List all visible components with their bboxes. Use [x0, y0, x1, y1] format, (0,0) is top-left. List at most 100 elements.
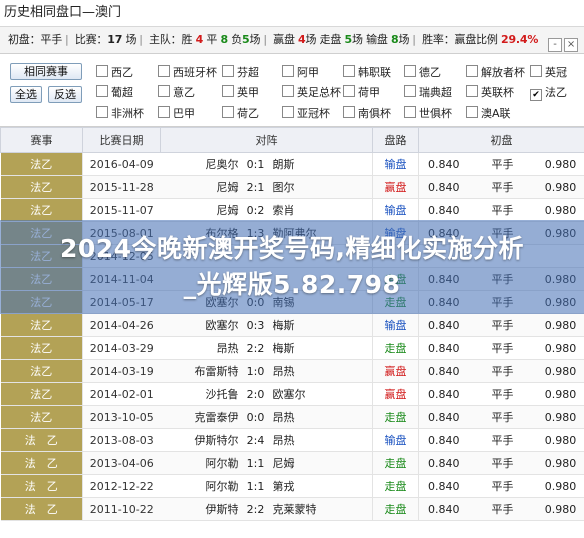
checkbox[interactable]: ✔ — [530, 89, 542, 101]
league-option[interactable]: 英足总杯 — [282, 84, 341, 100]
league-option[interactable]: 亚冠杯 — [282, 105, 330, 121]
league-label: 荷甲 — [358, 86, 380, 99]
table-row[interactable]: 法乙 2015-11-07 尼姆 0:2 索肖 输盘 0.840 平手 0.980 — [0, 198, 584, 222]
table-row[interactable]: 法 乙 2011-10-22 伊斯特 2:2 克莱蒙特 走盘 0.840 平手 0.980 — [0, 497, 584, 521]
cell-away-odds: 0.980 — [536, 382, 584, 406]
league-option[interactable]: 葡超 — [96, 84, 133, 100]
league-option[interactable]: 荷乙 — [222, 105, 259, 121]
minimize-button[interactable]: - — [548, 38, 562, 52]
table-row[interactable]: 法乙 2014-03-19 布雷斯特 1:0 昂热 赢盘 0.840 平手 0.980 — [0, 359, 584, 383]
table-row[interactable]: 法乙 2014-02-01 沙托鲁 2:0 欧塞尔 赢盘 0.840 平手 0.980 — [0, 382, 584, 406]
checkbox[interactable] — [222, 106, 234, 118]
league-option[interactable]: 芬超 — [222, 64, 259, 80]
checkbox[interactable] — [404, 106, 416, 118]
header-match[interactable]: 对阵 — [160, 127, 373, 153]
checkbox[interactable] — [222, 65, 234, 77]
header-date[interactable]: 比赛日期 — [82, 127, 161, 153]
away-team[interactable]: 索肖 — [273, 202, 343, 218]
shu-label: 输盘 — [366, 33, 388, 46]
home-team[interactable]: 布雷斯特 — [161, 363, 239, 379]
away-team[interactable]: 第戎 — [273, 478, 343, 494]
home-team[interactable]: 尼姆 — [161, 202, 239, 218]
header-panlu[interactable]: 盘路 — [372, 127, 419, 153]
invert-selection-button[interactable]: 反选 — [48, 86, 82, 103]
home-team[interactable]: 沙托鲁 — [161, 386, 239, 402]
league-option[interactable]: 南俱杯 — [343, 105, 391, 121]
cell-away-odds: 0.980 — [536, 152, 584, 176]
checkbox[interactable] — [343, 106, 355, 118]
away-team[interactable]: 图尔 — [273, 179, 343, 195]
close-button[interactable]: × — [564, 38, 578, 52]
home-team[interactable]: 伊斯特尔 — [161, 432, 239, 448]
header-league[interactable]: 赛事 — [0, 127, 83, 153]
table-row[interactable]: 法乙 2014-04-26 欧塞尔 0:3 梅斯 输盘 0.840 平手 0.980 — [0, 313, 584, 337]
away-team[interactable]: 尼姆 — [273, 455, 343, 471]
away-team[interactable]: 昂热 — [273, 363, 343, 379]
checkbox[interactable] — [158, 85, 170, 97]
home-team[interactable]: 昂热 — [161, 340, 239, 356]
league-option[interactable]: 德乙 — [404, 64, 441, 80]
cell-league: 法乙 — [0, 175, 83, 199]
league-option[interactable]: 意乙 — [158, 84, 195, 100]
table-row[interactable]: 法乙 2015-11-28 尼姆 2:1 图尔 赢盘 0.840 平手 0.980 — [0, 175, 584, 199]
away-team[interactable]: 梅斯 — [273, 317, 343, 333]
same-league-button[interactable]: 相同赛事 — [10, 63, 82, 80]
checkbox[interactable] — [466, 106, 478, 118]
table-row[interactable]: 法乙 2013-10-05 克雷泰伊 0:0 昂热 走盘 0.840 平手 0.980 — [0, 405, 584, 429]
checkbox[interactable] — [343, 65, 355, 77]
checkbox[interactable] — [158, 65, 170, 77]
league-option[interactable]: 西班牙杯 — [158, 64, 217, 80]
checkbox[interactable] — [404, 85, 416, 97]
checkbox[interactable] — [158, 106, 170, 118]
league-option[interactable]: 荷甲 — [343, 84, 380, 100]
table-row[interactable]: 法 乙 2013-08-03 伊斯特尔 2:4 昂热 输盘 0.840 平手 0.980 — [0, 428, 584, 452]
away-team[interactable]: 克莱蒙特 — [273, 501, 343, 517]
league-option[interactable]: 韩职联 — [343, 64, 391, 80]
home-team[interactable]: 欧塞尔 — [161, 317, 239, 333]
table-row[interactable]: 法 乙 2012-12-22 阿尔勒 1:1 第戎 走盘 0.840 平手 0.980 — [0, 474, 584, 498]
checkbox[interactable] — [282, 85, 294, 97]
select-all-button[interactable]: 全选 — [10, 86, 42, 103]
checkbox[interactable] — [282, 106, 294, 118]
away-team[interactable]: 梅斯 — [273, 340, 343, 356]
checkbox[interactable] — [96, 65, 108, 77]
league-option[interactable]: 瑞典超 — [404, 84, 452, 100]
home-team[interactable]: 尼姆 — [161, 179, 239, 195]
away-team[interactable]: 昂热 — [273, 409, 343, 425]
checkbox[interactable] — [404, 65, 416, 77]
league-option[interactable]: 非洲杯 — [96, 105, 144, 121]
home-team[interactable]: 阿尔勒 — [161, 478, 239, 494]
checkbox[interactable] — [282, 65, 294, 77]
home-team[interactable]: 阿尔勒 — [161, 455, 239, 471]
checkbox[interactable] — [466, 85, 478, 97]
league-option[interactable]: 世俱杯 — [404, 105, 452, 121]
table-row[interactable]: 法乙 2014-03-29 昂热 2:2 梅斯 走盘 0.840 平手 0.980 — [0, 336, 584, 360]
cell-handicap: 平手 — [468, 152, 537, 176]
checkbox[interactable] — [343, 85, 355, 97]
checkbox[interactable] — [466, 65, 478, 77]
league-option[interactable]: 西乙 — [96, 64, 133, 80]
cell-league: 法乙 — [0, 198, 83, 222]
league-option[interactable]: 阿甲 — [282, 64, 319, 80]
home-team[interactable]: 伊斯特 — [161, 501, 239, 517]
home-team[interactable]: 克雷泰伊 — [161, 409, 239, 425]
table-row[interactable]: 法乙 2016-04-09 尼奥尔 0:1 朗斯 输盘 0.840 平手 0.980 — [0, 152, 584, 176]
checkbox[interactable] — [96, 106, 108, 118]
cell-league: 法乙 — [0, 359, 83, 383]
checkbox[interactable] — [222, 85, 234, 97]
league-option[interactable]: 解放者杯 — [466, 64, 525, 80]
checkbox[interactable] — [96, 85, 108, 97]
table-row[interactable]: 法 乙 2013-04-06 阿尔勒 1:1 尼姆 走盘 0.840 平手 0.980 — [0, 451, 584, 475]
away-team[interactable]: 欧塞尔 — [273, 386, 343, 402]
checkbox[interactable] — [530, 65, 542, 77]
league-option[interactable]: 英甲 — [222, 84, 259, 100]
home-team[interactable]: 尼奥尔 — [161, 156, 239, 172]
header-init-pan[interactable]: 初盘 — [417, 127, 584, 153]
away-team[interactable]: 朗斯 — [273, 156, 343, 172]
league-option[interactable]: 巴甲 — [158, 105, 195, 121]
league-option[interactable]: 澳A联 — [466, 105, 511, 121]
away-team[interactable]: 昂热 — [273, 432, 343, 448]
league-option[interactable]: ✔ 法乙 — [530, 84, 567, 101]
league-option[interactable]: 英联杯 — [466, 84, 514, 100]
league-option[interactable]: 英冠 — [530, 64, 567, 80]
